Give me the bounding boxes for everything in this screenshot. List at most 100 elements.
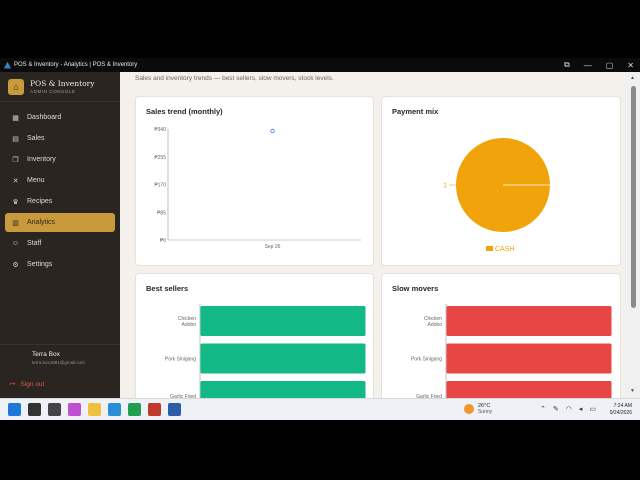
sidebar-item-sales[interactable]: ▤ Sales: [5, 129, 115, 148]
sales-trend-chart: ₱340 ₱255 ₱170 ₱85 ₱0 Sep 26: [154, 127, 361, 250]
sidebar-item-recipes[interactable]: ♛ Recipes: [5, 192, 115, 211]
bar: [446, 343, 612, 374]
gear-icon: ⚙: [12, 261, 19, 269]
copilot-icon[interactable]: [68, 403, 81, 416]
bar: [446, 381, 612, 398]
maximize-button[interactable]: ▢: [606, 61, 614, 70]
brand-name: POS & Inventory: [30, 79, 95, 88]
sidebar-nav: ▦ Dashboard ▤ Sales ❒ Inventory ✕ Menu ♛ Reci…: [0, 108, 120, 276]
legend-swatch: [486, 246, 493, 251]
best-sellers-chart: ChickenAdoboPork SinigangGarlic Fried: [165, 304, 366, 398]
taskbar-apps: [8, 403, 181, 416]
payment-mix-card: Payment mix 1 CASH: [381, 96, 621, 266]
battery-icon[interactable]: ▭: [589, 405, 596, 413]
sign-out-label: Sign out: [20, 380, 45, 388]
pen-icon[interactable]: ✎: [553, 405, 559, 413]
data-point: [270, 128, 275, 134]
legend-label: CASH: [495, 246, 514, 253]
user-name: Terra Box: [32, 351, 60, 358]
sidebar: ⌂ POS & Inventory ADMIN CONSOLE ▦ Dashboa…: [0, 72, 120, 398]
brand-subtitle: ADMIN CONSOLE: [30, 89, 76, 94]
sidebar-item-label: Dashboard: [27, 114, 62, 121]
sign-out-button[interactable]: ↦ Sign out: [10, 380, 45, 389]
system-tray: ⌃ ✎ ◠ ◂ ▭: [540, 405, 596, 413]
app-icon: [4, 61, 11, 69]
search-icon[interactable]: [28, 403, 41, 416]
y-tick-label: ₱255: [154, 155, 166, 161]
slow-movers-card: Slow movers Chicken Adobo Pork Sinigang Gar…: [381, 273, 621, 398]
sidebar-item-label: Analytics: [27, 219, 56, 226]
pos-app-icon[interactable]: [148, 403, 161, 416]
user-email: terra.box1881@gmail.com: [32, 360, 85, 365]
window-title: POS & Inventory - Analytics | POS & Inve…: [14, 62, 138, 68]
bar: [200, 343, 366, 374]
vertical-scrollbar[interactable]: ▲ ▼: [627, 72, 640, 398]
y-tick-label: ₱170: [154, 183, 166, 189]
sidebar-item-dashboard[interactable]: ▦ Dashboard: [5, 108, 115, 127]
main-content: Sales and inventory trends — best seller…: [120, 72, 627, 398]
sidebar-item-label: Recipes: [27, 198, 53, 205]
slow-movers-chart: ChickenAdoboPork SinigangGarlic Fried: [411, 304, 612, 398]
page-subtitle: Sales and inventory trends — best seller…: [135, 75, 334, 82]
sign-out-icon: ↦: [10, 381, 16, 388]
grid-icon: ▦: [12, 114, 19, 122]
sidebar-item-label: Sales: [27, 135, 45, 142]
taskbar-clock[interactable]: 7:24 AM 9/24/2026: [604, 403, 632, 417]
minimize-button[interactable]: —: [584, 61, 592, 70]
sidebar-item-analytics[interactable]: ▥ Analytics: [5, 213, 115, 232]
receipt-icon: ▤: [12, 135, 19, 143]
utensils-icon: ✕: [12, 177, 19, 185]
sticky-app-icon[interactable]: [128, 403, 141, 416]
category-label: Adobo: [182, 322, 197, 328]
category-label: Adobo: [428, 322, 443, 328]
sidebar-item-label: Staff: [27, 240, 42, 247]
users-icon: ☺: [11, 240, 20, 247]
payment-mix-chart: 1 CASH: [443, 138, 550, 253]
bar: [446, 306, 612, 336]
brand: ⌂ POS & Inventory ADMIN CONSOLE: [0, 72, 120, 102]
sidebar-item-label: Settings: [27, 261, 53, 268]
scroll-down-icon[interactable]: ▼: [630, 388, 635, 394]
category-label: Pork Sinigang: [165, 357, 196, 363]
y-tick-label: ₱340: [154, 127, 166, 133]
sun-icon: [464, 404, 474, 414]
app-window: ⌂ POS & Inventory ADMIN CONSOLE ▦ Dashboa…: [0, 72, 640, 398]
data-label: 1: [443, 183, 447, 190]
best-sellers-card: Best sellers Chicken Adobo Pork Sinigang Ga…: [135, 273, 374, 398]
clock-date: 9/24/2026: [609, 410, 632, 416]
bar-chart-icon: ▥: [12, 219, 19, 227]
volume-icon[interactable]: ◂: [579, 405, 583, 413]
scrollbar-thumb[interactable]: [631, 86, 636, 308]
edge-icon[interactable]: [108, 403, 121, 416]
chef-hat-icon: ♛: [12, 198, 19, 206]
clock-time: 7:24 AM: [613, 403, 632, 409]
user-profile: Terra Box terra.box1881@gmail.com: [0, 344, 120, 365]
category-label: Pork Sinigang: [411, 357, 442, 363]
window-titlebar: POS & Inventory - Analytics | POS & Inve…: [0, 58, 640, 72]
store-icon: ⌂: [8, 78, 24, 95]
sales-trend-card: Sales trend (monthly) ₱340 ₱255 ₱170 ₱85 ₱0 S…: [135, 96, 374, 266]
letterbox: [0, 420, 640, 480]
scroll-up-icon[interactable]: ▲: [630, 75, 635, 81]
x-tick-label: Sep 26: [265, 244, 281, 250]
sidebar-item-inventory[interactable]: ❒ Inventory: [5, 150, 115, 169]
task-view-icon[interactable]: [48, 403, 61, 416]
active-window-icon[interactable]: [168, 403, 181, 416]
weather-widget[interactable]: 26°C Sunny: [464, 403, 492, 415]
chevron-up-icon[interactable]: ⌃: [540, 405, 546, 413]
sidebar-item-staff[interactable]: ☺ Staff: [5, 234, 115, 253]
sidebar-item-menu[interactable]: ✕ Menu: [5, 171, 115, 190]
bar: [200, 381, 366, 398]
weather-condition: Sunny: [478, 409, 493, 415]
bar: [200, 306, 366, 336]
y-tick-label: ₱85: [157, 210, 166, 216]
sidebar-item-settings[interactable]: ⚙ Settings: [5, 255, 115, 274]
wifi-icon[interactable]: ◠: [566, 405, 572, 413]
file-explorer-icon[interactable]: [88, 403, 101, 416]
taskbar: 26°C Sunny ⌃ ✎ ◠ ◂ ▭ 7:24 AM 9/24/2026: [0, 398, 640, 420]
screen: POS & Inventory - Analytics | POS & Inve…: [0, 0, 640, 480]
windows-start-icon[interactable]: [8, 403, 21, 416]
snap-icon[interactable]: ⧉: [564, 60, 570, 70]
close-button[interactable]: ✕: [627, 61, 634, 70]
boxes-icon: ❒: [12, 156, 19, 164]
